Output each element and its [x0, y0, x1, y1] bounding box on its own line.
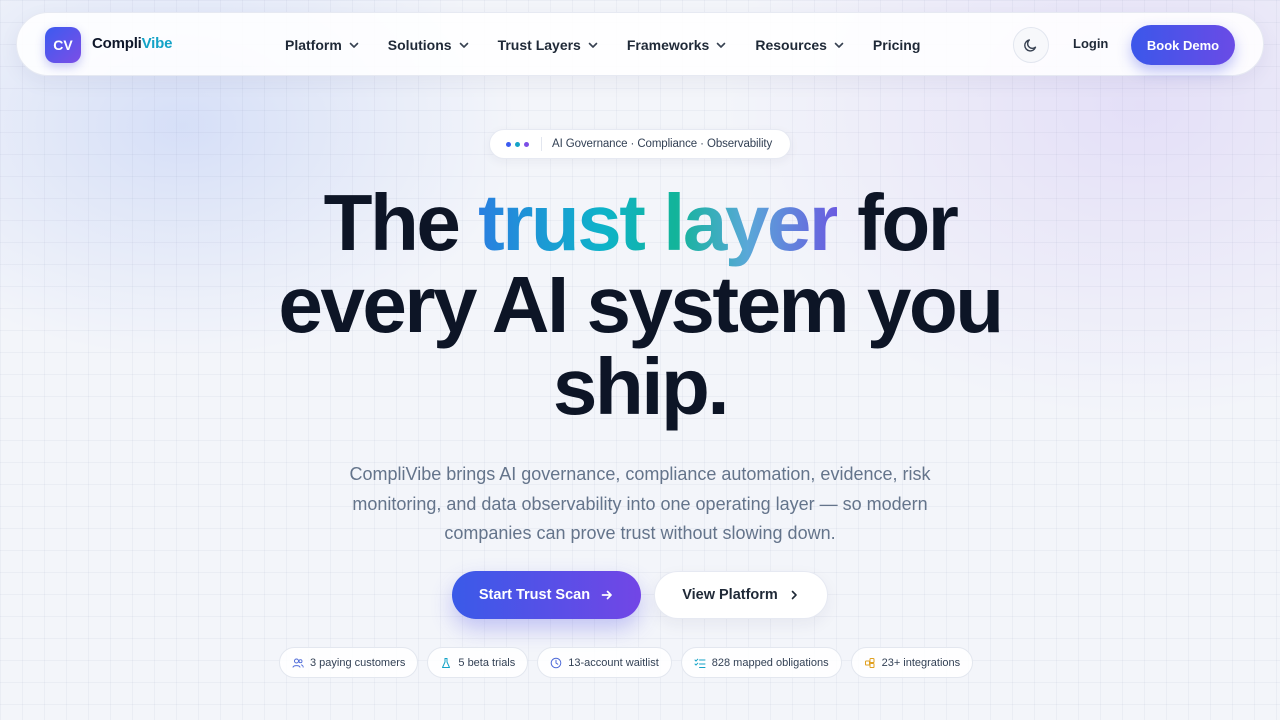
nav-item-label: Pricing: [872, 37, 921, 53]
headline-line2: every AI system you: [278, 260, 1004, 349]
nav-item-trust-layers[interactable]: Trust Layers: [498, 37, 599, 53]
nav-item-pricing[interactable]: Pricing: [873, 37, 920, 53]
nav-item-label: Resources: [755, 37, 827, 53]
flask-icon: [442, 657, 451, 668]
nav-item-label: Trust Layers: [497, 37, 581, 53]
nav-item-solutions[interactable]: Solutions: [388, 37, 470, 53]
logo-mark[interactable]: CV: [45, 27, 81, 63]
chevron-right-icon: [791, 590, 797, 600]
stat-label: 3 paying customers: [310, 656, 406, 669]
brand-name-part2: Vibe: [141, 35, 173, 52]
stat-label: 13-account waitlist: [568, 656, 659, 669]
nav-item-label: Frameworks: [626, 37, 710, 53]
badge-dot: [506, 141, 511, 147]
headline-highlight: trust layer: [478, 178, 840, 267]
users-icon: [292, 658, 304, 668]
stat-pill: 828 mapped obligations: [680, 647, 842, 678]
nav-item-platform[interactable]: Platform: [285, 37, 360, 53]
stats-row: 3 paying customers 5 beta trials 13-acco…: [279, 647, 974, 678]
chevron-down-icon: [588, 42, 598, 48]
brand-name[interactable]: CompliVibe: [92, 35, 172, 52]
book-demo-button[interactable]: Book Demo: [1131, 25, 1235, 65]
hero-subtitle: CompliVibe brings AI governance, complia…: [349, 464, 931, 543]
puzzle-icon: [864, 657, 875, 668]
cta-label: View Platform: [682, 587, 778, 603]
stat-label: 828 mapped obligations: [711, 656, 829, 669]
stat-pill: 13-account waitlist: [537, 647, 672, 678]
stat-pill: 3 paying customers: [279, 647, 419, 678]
headline-line1-start: The: [323, 178, 479, 267]
badge-dot: [515, 141, 520, 147]
login-link[interactable]: Login: [1073, 36, 1108, 51]
nav-item-resources[interactable]: Resources: [755, 37, 845, 53]
headline-line1-end: for: [837, 178, 959, 267]
nav-item-label: Solutions: [387, 37, 452, 53]
badge-dot: [524, 141, 529, 147]
category-badge: AI Governance · Compliance · Observabili…: [489, 129, 791, 159]
hero-headline: The trust layer for every AI system you …: [240, 182, 1040, 428]
nav-item-frameworks[interactable]: Frameworks: [627, 37, 727, 53]
arrow-right-icon: [601, 590, 612, 600]
brand-name-part1: Compli: [92, 35, 142, 52]
main-menu: Platform Solutions Trust Layers Framewor…: [285, 13, 948, 77]
chevron-down-icon: [349, 42, 359, 48]
moon-icon: [1024, 39, 1037, 52]
nav-item-label: Platform: [285, 37, 342, 53]
view-platform-button[interactable]: View Platform: [654, 571, 828, 619]
headline-line3: ship.: [552, 342, 730, 431]
top-navbar: CV CompliVibe Platform Solutions Trust L…: [16, 12, 1264, 76]
chevron-down-icon: [459, 42, 468, 48]
stat-label: 5 beta trials: [458, 656, 516, 669]
checklist-icon: [694, 658, 706, 668]
chevron-down-icon: [834, 42, 844, 48]
theme-toggle-button[interactable]: [1013, 27, 1049, 63]
badge-divider: [541, 137, 542, 151]
cta-label: Start Trust Scan: [478, 587, 591, 603]
stat-label: 23+ integrations: [881, 656, 961, 669]
stat-pill: 5 beta trials: [427, 647, 529, 678]
badge-dots: [506, 141, 529, 147]
start-trust-scan-button[interactable]: Start Trust Scan: [452, 571, 641, 619]
clock-icon: [550, 657, 562, 668]
stat-pill: 23+ integrations: [850, 647, 974, 678]
chevron-down-icon: [717, 42, 726, 48]
badge-text: AI Governance · Compliance · Observabili…: [552, 138, 773, 150]
